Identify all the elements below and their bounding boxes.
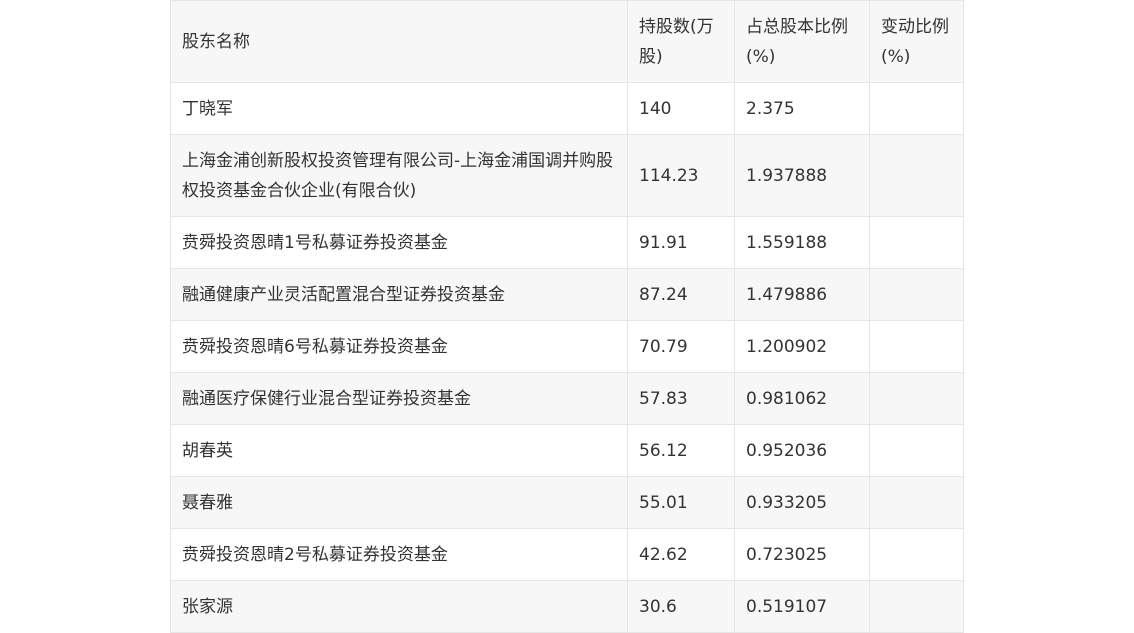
table-header-row: 股东名称 持股数(万股) 占总股本比例(%) 变动比例(%) [170, 0, 964, 83]
cell-change [869, 476, 964, 529]
cell-shareholder-name: 贲舜投资恩晴1号私募证券投资基金 [170, 216, 628, 269]
table-row: 上海金浦创新股权投资管理有限公司-上海金浦国调并购股权投资基金合伙企业(有限合伙… [170, 134, 964, 217]
table-row: 融通医疗保健行业混合型证券投资基金 57.83 0.981062 [170, 372, 964, 425]
cell-shares: 87.24 [627, 268, 735, 321]
cell-shareholder-name: 上海金浦创新股权投资管理有限公司-上海金浦国调并购股权投资基金合伙企业(有限合伙… [170, 134, 628, 217]
cell-ratio: 0.952036 [734, 424, 870, 477]
cell-shareholder-name: 聂春雅 [170, 476, 628, 529]
shareholder-table: 股东名称 持股数(万股) 占总股本比例(%) 变动比例(%) 丁晓军 140 2… [170, 0, 964, 633]
cell-shares: 114.23 [627, 134, 735, 217]
cell-ratio: 0.981062 [734, 372, 870, 425]
table-row: 贲舜投资恩晴6号私募证券投资基金 70.79 1.200902 [170, 320, 964, 373]
cell-ratio: 1.200902 [734, 320, 870, 373]
table-row: 贲舜投资恩晴2号私募证券投资基金 42.62 0.723025 [170, 528, 964, 581]
cell-shares: 91.91 [627, 216, 735, 269]
table-row: 融通健康产业灵活配置混合型证券投资基金 87.24 1.479886 [170, 268, 964, 321]
shareholder-table-container: 股东名称 持股数(万股) 占总股本比例(%) 变动比例(%) 丁晓军 140 2… [170, 0, 964, 633]
header-shareholder-name: 股东名称 [170, 0, 628, 83]
cell-shareholder-name: 贲舜投资恩晴2号私募证券投资基金 [170, 528, 628, 581]
cell-shares: 140 [627, 82, 735, 135]
cell-shareholder-name: 丁晓军 [170, 82, 628, 135]
table-row: 张家源 30.6 0.519107 [170, 580, 964, 633]
cell-shareholder-name: 张家源 [170, 580, 628, 633]
cell-change [869, 528, 964, 581]
table-row: 丁晓军 140 2.375 [170, 82, 964, 135]
table-row: 胡春英 56.12 0.952036 [170, 424, 964, 477]
cell-ratio: 1.937888 [734, 134, 870, 217]
cell-change [869, 320, 964, 373]
cell-ratio: 0.933205 [734, 476, 870, 529]
cell-change [869, 216, 964, 269]
table-row: 聂春雅 55.01 0.933205 [170, 476, 964, 529]
cell-change [869, 372, 964, 425]
header-change: 变动比例(%) [869, 0, 964, 83]
cell-shares: 42.62 [627, 528, 735, 581]
cell-shareholder-name: 贲舜投资恩晴6号私募证券投资基金 [170, 320, 628, 373]
cell-change [869, 268, 964, 321]
table-row: 贲舜投资恩晴1号私募证券投资基金 91.91 1.559188 [170, 216, 964, 269]
cell-shareholder-name: 融通健康产业灵活配置混合型证券投资基金 [170, 268, 628, 321]
cell-shares: 56.12 [627, 424, 735, 477]
cell-ratio: 1.479886 [734, 268, 870, 321]
cell-shares: 55.01 [627, 476, 735, 529]
cell-ratio: 1.559188 [734, 216, 870, 269]
cell-shares: 70.79 [627, 320, 735, 373]
cell-change [869, 134, 964, 217]
cell-change [869, 580, 964, 633]
header-shares: 持股数(万股) [627, 0, 735, 83]
cell-ratio: 0.723025 [734, 528, 870, 581]
cell-shareholder-name: 胡春英 [170, 424, 628, 477]
cell-shareholder-name: 融通医疗保健行业混合型证券投资基金 [170, 372, 628, 425]
cell-ratio: 0.519107 [734, 580, 870, 633]
cell-shares: 57.83 [627, 372, 735, 425]
header-ratio: 占总股本比例(%) [734, 0, 870, 83]
cell-ratio: 2.375 [734, 82, 870, 135]
cell-change [869, 424, 964, 477]
cell-shares: 30.6 [627, 580, 735, 633]
cell-change [869, 82, 964, 135]
